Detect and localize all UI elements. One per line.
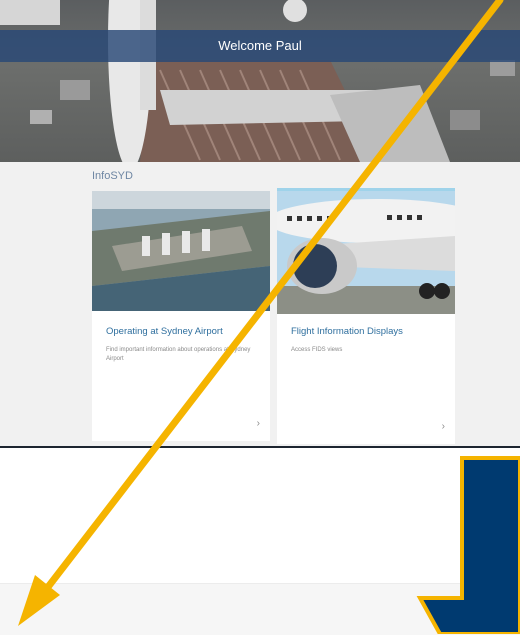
card-title[interactable]: Flight Information Displays [291,326,451,337]
card-description: Access FIDS views [291,347,343,353]
section-title: InfoSYD [92,170,133,182]
chevron-right-icon[interactable]: › [257,418,260,429]
divider-line [0,446,520,448]
airport-aerial-image [92,191,270,311]
aircraft-aerial-photo [0,0,515,162]
card-description: Find important information about operati… [106,347,251,362]
footer-band [0,583,520,635]
card-operating-at-sydney-airport[interactable]: Operating at Sydney Airport Find importa… [92,191,270,441]
chevron-right-icon[interactable]: › [442,421,445,432]
hero-image: Welcome Paul [0,0,520,162]
aircraft-engine-image [277,191,455,314]
welcome-banner: Welcome Paul [0,30,520,62]
card-flight-information-displays[interactable]: Flight Information Displays Access FIDS … [277,188,455,444]
card-title[interactable]: Operating at Sydney Airport [106,326,266,337]
